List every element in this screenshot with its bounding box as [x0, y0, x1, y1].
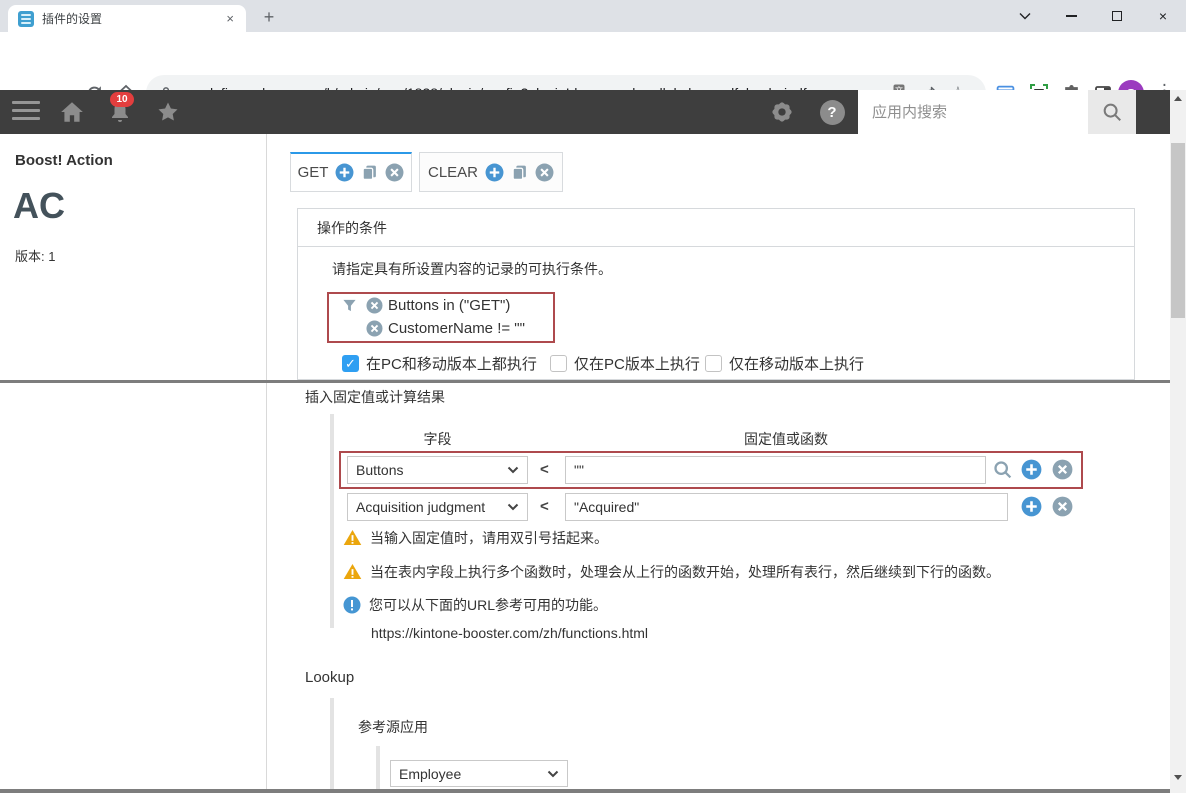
assign-arrow: < [540, 498, 549, 515]
add-tab-icon[interactable] [335, 163, 354, 182]
note-text: 您可以从下面的URL参考可用的功能。 [369, 596, 607, 614]
tab-close-icon[interactable]: × [224, 11, 236, 26]
lookup-app-value: Employee [399, 766, 461, 782]
functions-reference-url[interactable]: https://kintone-booster.com/zh/functions… [371, 625, 648, 641]
warning-icon [343, 529, 362, 546]
value-input-row1[interactable] [565, 456, 986, 484]
window-minimize-button[interactable] [1048, 0, 1094, 32]
tab-title: 插件的设置 [42, 10, 224, 27]
add-row-icon[interactable] [1021, 459, 1042, 480]
plugin-name: Boost! Action [15, 152, 113, 169]
sidebar-divider [266, 134, 267, 789]
filter-funnel-icon[interactable] [342, 298, 357, 313]
condition-description: 请指定具有所设置内容的记录的可执行条件。 [332, 259, 612, 279]
condition-panel-title: 操作的条件 [298, 209, 1134, 247]
copy-tab-icon[interactable] [511, 164, 528, 181]
favorites-star-icon[interactable] [154, 98, 182, 126]
portal-home-icon[interactable] [58, 98, 86, 126]
note-text: 当在表内字段上执行多个函数时，处理会从上行的函数开始，处理所有表行，然后继续到下… [370, 563, 1000, 581]
search-button[interactable] [1088, 90, 1136, 134]
platform-option-label: 仅在移动版本上执行 [729, 353, 864, 374]
plugin-version: 版本: 1 [15, 246, 55, 265]
checkbox-unchecked-icon[interactable] [550, 355, 567, 372]
scrollbar-up-arrow-icon[interactable] [1174, 96, 1182, 101]
plugin-abbreviation: AC [13, 185, 65, 227]
note-text: 当输入固定值时，请用双引号括起来。 [370, 529, 608, 547]
field-select-value: Acquisition judgment [356, 499, 485, 515]
field-select-row1[interactable]: Buttons [347, 456, 528, 484]
condition-row: CustomerName != "" [366, 320, 525, 337]
platform-option-pc-only[interactable]: 仅在PC版本上执行 [550, 353, 700, 374]
scrollbar-thumb[interactable] [1171, 143, 1185, 318]
note-warning: 当输入固定值时，请用双引号括起来。 [343, 529, 608, 547]
add-tab-icon[interactable] [485, 163, 504, 182]
new-tab-button[interactable]: + [258, 6, 280, 28]
column-header-field: 字段 [347, 429, 528, 449]
scrollbar-down-arrow-icon[interactable] [1174, 775, 1182, 780]
chevron-down-icon [507, 503, 519, 511]
note-warning: 当在表内字段上执行多个函数时，处理会从上行的函数开始，处理所有表行，然后继续到下… [343, 563, 1000, 581]
section-indent-bar [376, 746, 380, 789]
platform-option-both[interactable]: ✓ 在PC和移动版本上都执行 [342, 353, 537, 374]
delete-row-icon[interactable] [1052, 459, 1073, 480]
remove-condition-icon[interactable] [366, 297, 383, 314]
field-select-value: Buttons [356, 462, 403, 478]
search-icon [1101, 101, 1123, 123]
checkbox-unchecked-icon[interactable] [705, 355, 722, 372]
browser-titlebar: 插件的设置 × + × [0, 0, 1186, 32]
condition-row: Buttons in ("GET") [366, 297, 510, 314]
tab-get[interactable]: GET [290, 152, 412, 192]
platform-option-mobile-only[interactable]: 仅在移动版本上执行 [705, 353, 864, 374]
delete-tab-icon[interactable] [385, 163, 404, 182]
screenshot-bottom-edge [0, 789, 1186, 793]
tab-search-chevron-icon[interactable] [1002, 0, 1048, 32]
tab-get-label: GET [298, 164, 329, 181]
column-header-value: 固定值或函数 [566, 429, 1006, 449]
tab-clear-label: CLEAR [428, 164, 478, 181]
browser-tab[interactable]: 插件的设置 × [8, 5, 246, 32]
delete-tab-icon[interactable] [535, 163, 554, 182]
hamburger-menu-icon[interactable] [12, 101, 40, 120]
lookup-app-select[interactable]: Employee [390, 760, 568, 787]
settings-gear-icon[interactable] [768, 98, 796, 126]
info-icon [343, 596, 361, 614]
field-select-row2[interactable]: Acquisition judgment [347, 493, 528, 521]
assign-arrow: < [540, 461, 549, 478]
browser-toolbar: ← → pandafirm.cybozu.com/k/admin/app/183… [0, 32, 1186, 90]
checkbox-checked-icon[interactable]: ✓ [342, 355, 359, 372]
note-info: 您可以从下面的URL参考可用的功能。 [343, 596, 607, 614]
window-close-button[interactable]: × [1140, 0, 1186, 32]
window-maximize-button[interactable] [1094, 0, 1140, 32]
platform-option-label: 在PC和移动版本上都执行 [366, 353, 537, 374]
add-row-icon[interactable] [1021, 496, 1042, 517]
delete-row-icon[interactable] [1052, 496, 1073, 517]
lookup-source-app-label: 参考源应用 [358, 717, 428, 737]
page-scrollbar[interactable] [1170, 90, 1186, 793]
lookup-section-title: Lookup [305, 669, 354, 686]
chevron-down-icon [547, 770, 559, 778]
screenshot-divider [0, 380, 1186, 383]
insert-section-title: 插入固定值或计算结果 [305, 387, 445, 407]
section-indent-bar [330, 414, 334, 628]
kintone-appbar: 10 ? [0, 90, 1186, 134]
chevron-down-icon [507, 466, 519, 474]
value-input-row2[interactable] [565, 493, 1008, 521]
tab-favicon-icon [18, 11, 34, 27]
platform-option-label: 仅在PC版本上执行 [574, 353, 700, 374]
field-search-icon[interactable] [992, 459, 1013, 480]
in-app-search-input[interactable] [858, 90, 1088, 134]
warning-icon [343, 563, 362, 580]
browser-window: 插件的设置 × + × ← → pandafirm.cybozu.com/k/a… [0, 0, 1186, 793]
condition-text: CustomerName != "" [388, 320, 525, 337]
help-icon[interactable]: ? [818, 98, 846, 126]
notification-count-badge: 10 [110, 92, 134, 107]
copy-tab-icon[interactable] [361, 164, 378, 181]
tab-clear[interactable]: CLEAR [419, 152, 563, 192]
section-indent-bar [330, 698, 334, 789]
condition-text: Buttons in ("GET") [388, 297, 510, 314]
remove-condition-icon[interactable] [366, 320, 383, 337]
